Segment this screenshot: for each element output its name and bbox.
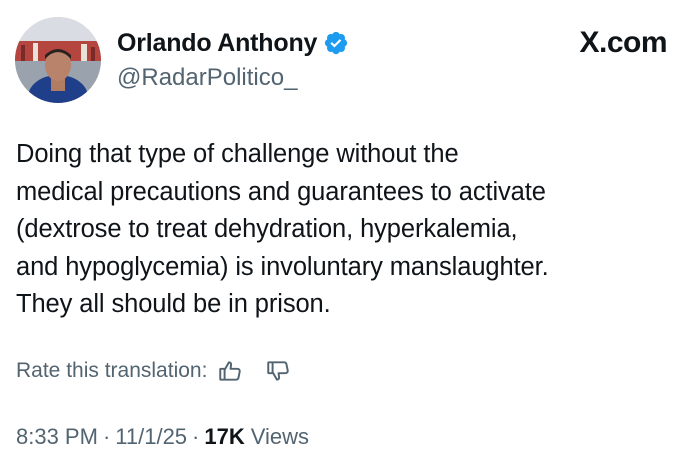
meta-separator: · [192,424,200,449]
rate-translation-row: Rate this translation: [16,355,293,387]
avatar[interactable] [15,17,101,103]
verified-badge-icon [323,30,349,56]
tweet-card: Orlando Anthony @RadarPolitico_ X.com Do… [0,0,700,476]
tweet-text-line: medical precautions and guarantees to ac… [16,177,546,206]
tweet-text-line: They all should be in prison. [16,290,331,318]
thumbs-down-icon[interactable] [263,356,293,386]
tweet-text: Doing that type of challenge without the… [16,136,686,324]
tweet-time[interactable]: 8:33 PM [16,424,98,450]
author-display-name[interactable]: Orlando Anthony [117,29,317,58]
tweet-meta: 8:33 PM · 11/1/25 · 17K Views [16,420,309,454]
rate-translation-label: Rate this translation: [16,359,208,382]
author-handle[interactable]: @RadarPolitico_ [117,64,297,92]
author-name-row: Orlando Anthony [117,27,349,59]
brand-logo: X.com [579,26,667,59]
tweet-text-line: and hypoglycemia) is involuntary manslau… [16,252,549,281]
tweet-date[interactable]: 11/1/25 [115,424,187,450]
tweet-text-line: Doing that type of challenge without the [16,140,459,168]
views-label: Views [250,424,310,449]
views-count[interactable]: 17K [204,424,244,450]
thumbs-up-icon[interactable] [215,356,245,386]
meta-separator: · [102,424,111,449]
tweet-text-line: (dextrose to treat dehydration, hyperkal… [16,215,518,243]
